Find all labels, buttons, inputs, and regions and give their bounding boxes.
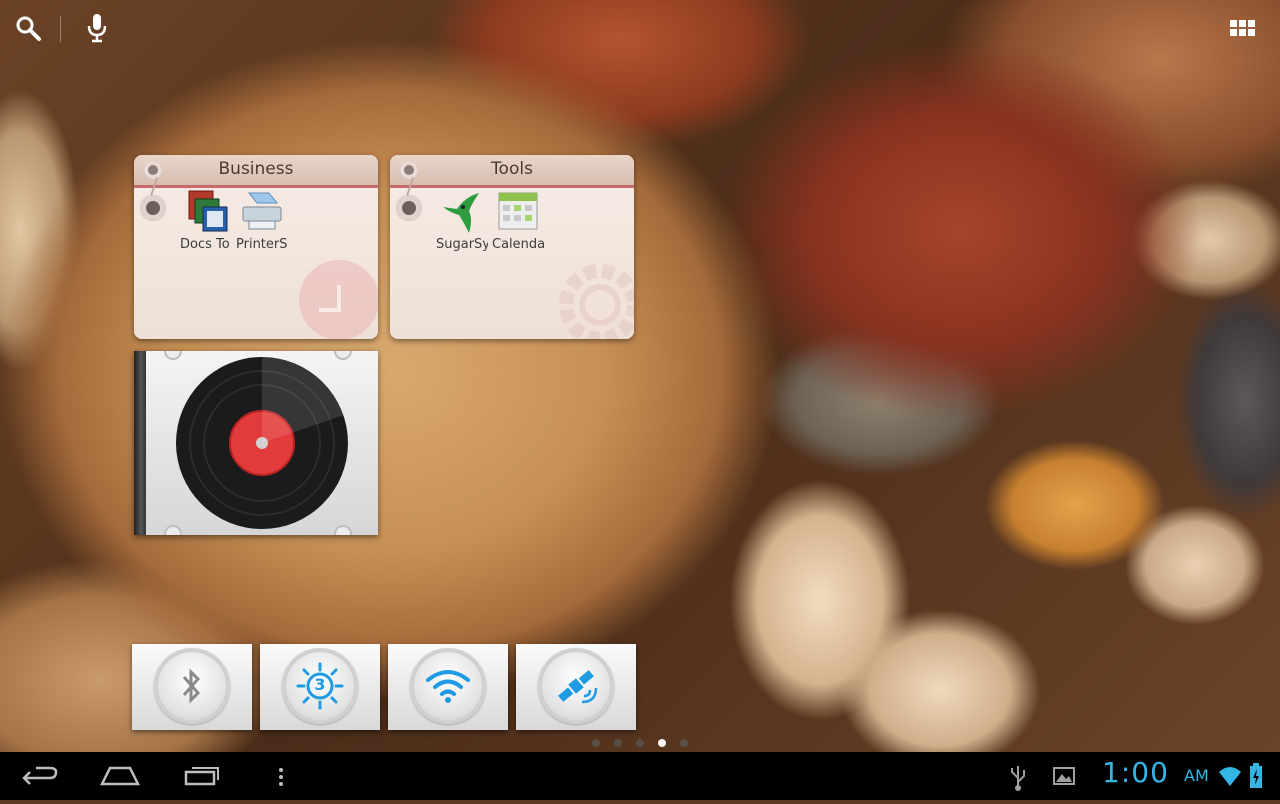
toggle-ring	[410, 648, 486, 724]
top-bar-divider	[60, 16, 61, 42]
menu-icon[interactable]	[272, 752, 290, 800]
album-spine	[134, 351, 146, 535]
folder-title: Tools	[491, 159, 533, 179]
calendar-icon	[495, 189, 541, 235]
page-indicator-dot	[680, 739, 688, 747]
hummingbird-icon	[439, 189, 485, 235]
toggle-bluetooth[interactable]	[132, 644, 252, 730]
gear-watermark-icon	[559, 264, 634, 339]
folder-tools[interactable]: Tools SugarSync Calendar	[390, 155, 634, 339]
app-label: Calendar	[492, 237, 544, 252]
toggle-ring: 3	[282, 648, 358, 724]
back-icon[interactable]	[20, 752, 60, 800]
app-label: PrinterShare	[236, 237, 288, 252]
app-printershare[interactable]: PrinterShare	[236, 189, 288, 252]
brightness-level: 3	[314, 675, 326, 694]
folder-clip	[396, 195, 422, 221]
clock-watermark-icon	[299, 260, 378, 339]
wifi-signal-icon	[1218, 752, 1242, 800]
page-indicator-dot	[636, 739, 644, 747]
folder-business[interactable]: Business Docs To Go PrinterShare	[134, 155, 378, 339]
wifi-icon	[426, 670, 470, 703]
status-clock[interactable]: 1:00	[1102, 756, 1169, 789]
app-calendar[interactable]: Calendar	[492, 189, 544, 252]
gps-satellite-icon	[558, 670, 598, 704]
folder-pin	[144, 161, 162, 179]
printer-icon	[239, 189, 285, 235]
image-notification-icon	[1052, 752, 1076, 800]
app-docs-to-go[interactable]: Docs To Go	[180, 189, 232, 252]
search-icon[interactable]	[14, 14, 44, 44]
battery-charging-icon	[1248, 752, 1264, 800]
bluetooth-icon	[182, 668, 201, 704]
folder-title: Business	[218, 159, 294, 179]
page-indicator-dot	[614, 739, 622, 747]
app-sugarsync[interactable]: SugarSync	[436, 189, 488, 252]
vinyl-record-icon	[176, 356, 348, 529]
page-indicator-dot-active	[658, 739, 666, 747]
toggle-ring	[538, 648, 614, 724]
toggle-wifi[interactable]	[388, 644, 508, 730]
all-apps-grid-icon[interactable]	[1226, 14, 1260, 42]
toggle-brightness[interactable]: 3	[260, 644, 380, 730]
app-label: Docs To Go	[180, 237, 232, 252]
folder-clip	[140, 195, 166, 221]
folder-pin	[400, 161, 418, 179]
music-widget[interactable]	[134, 351, 378, 535]
microphone-icon[interactable]	[84, 12, 110, 44]
recent-apps-icon[interactable]	[182, 752, 222, 800]
page-indicator-dot	[592, 739, 600, 747]
home-icon[interactable]	[99, 752, 141, 800]
toggle-gps[interactable]	[516, 644, 636, 730]
status-ampm: AM	[1184, 766, 1209, 785]
usb-icon	[1008, 752, 1028, 800]
toggle-ring	[154, 648, 230, 724]
app-label: SugarSync	[436, 237, 488, 252]
docs-to-go-icon	[183, 189, 229, 235]
